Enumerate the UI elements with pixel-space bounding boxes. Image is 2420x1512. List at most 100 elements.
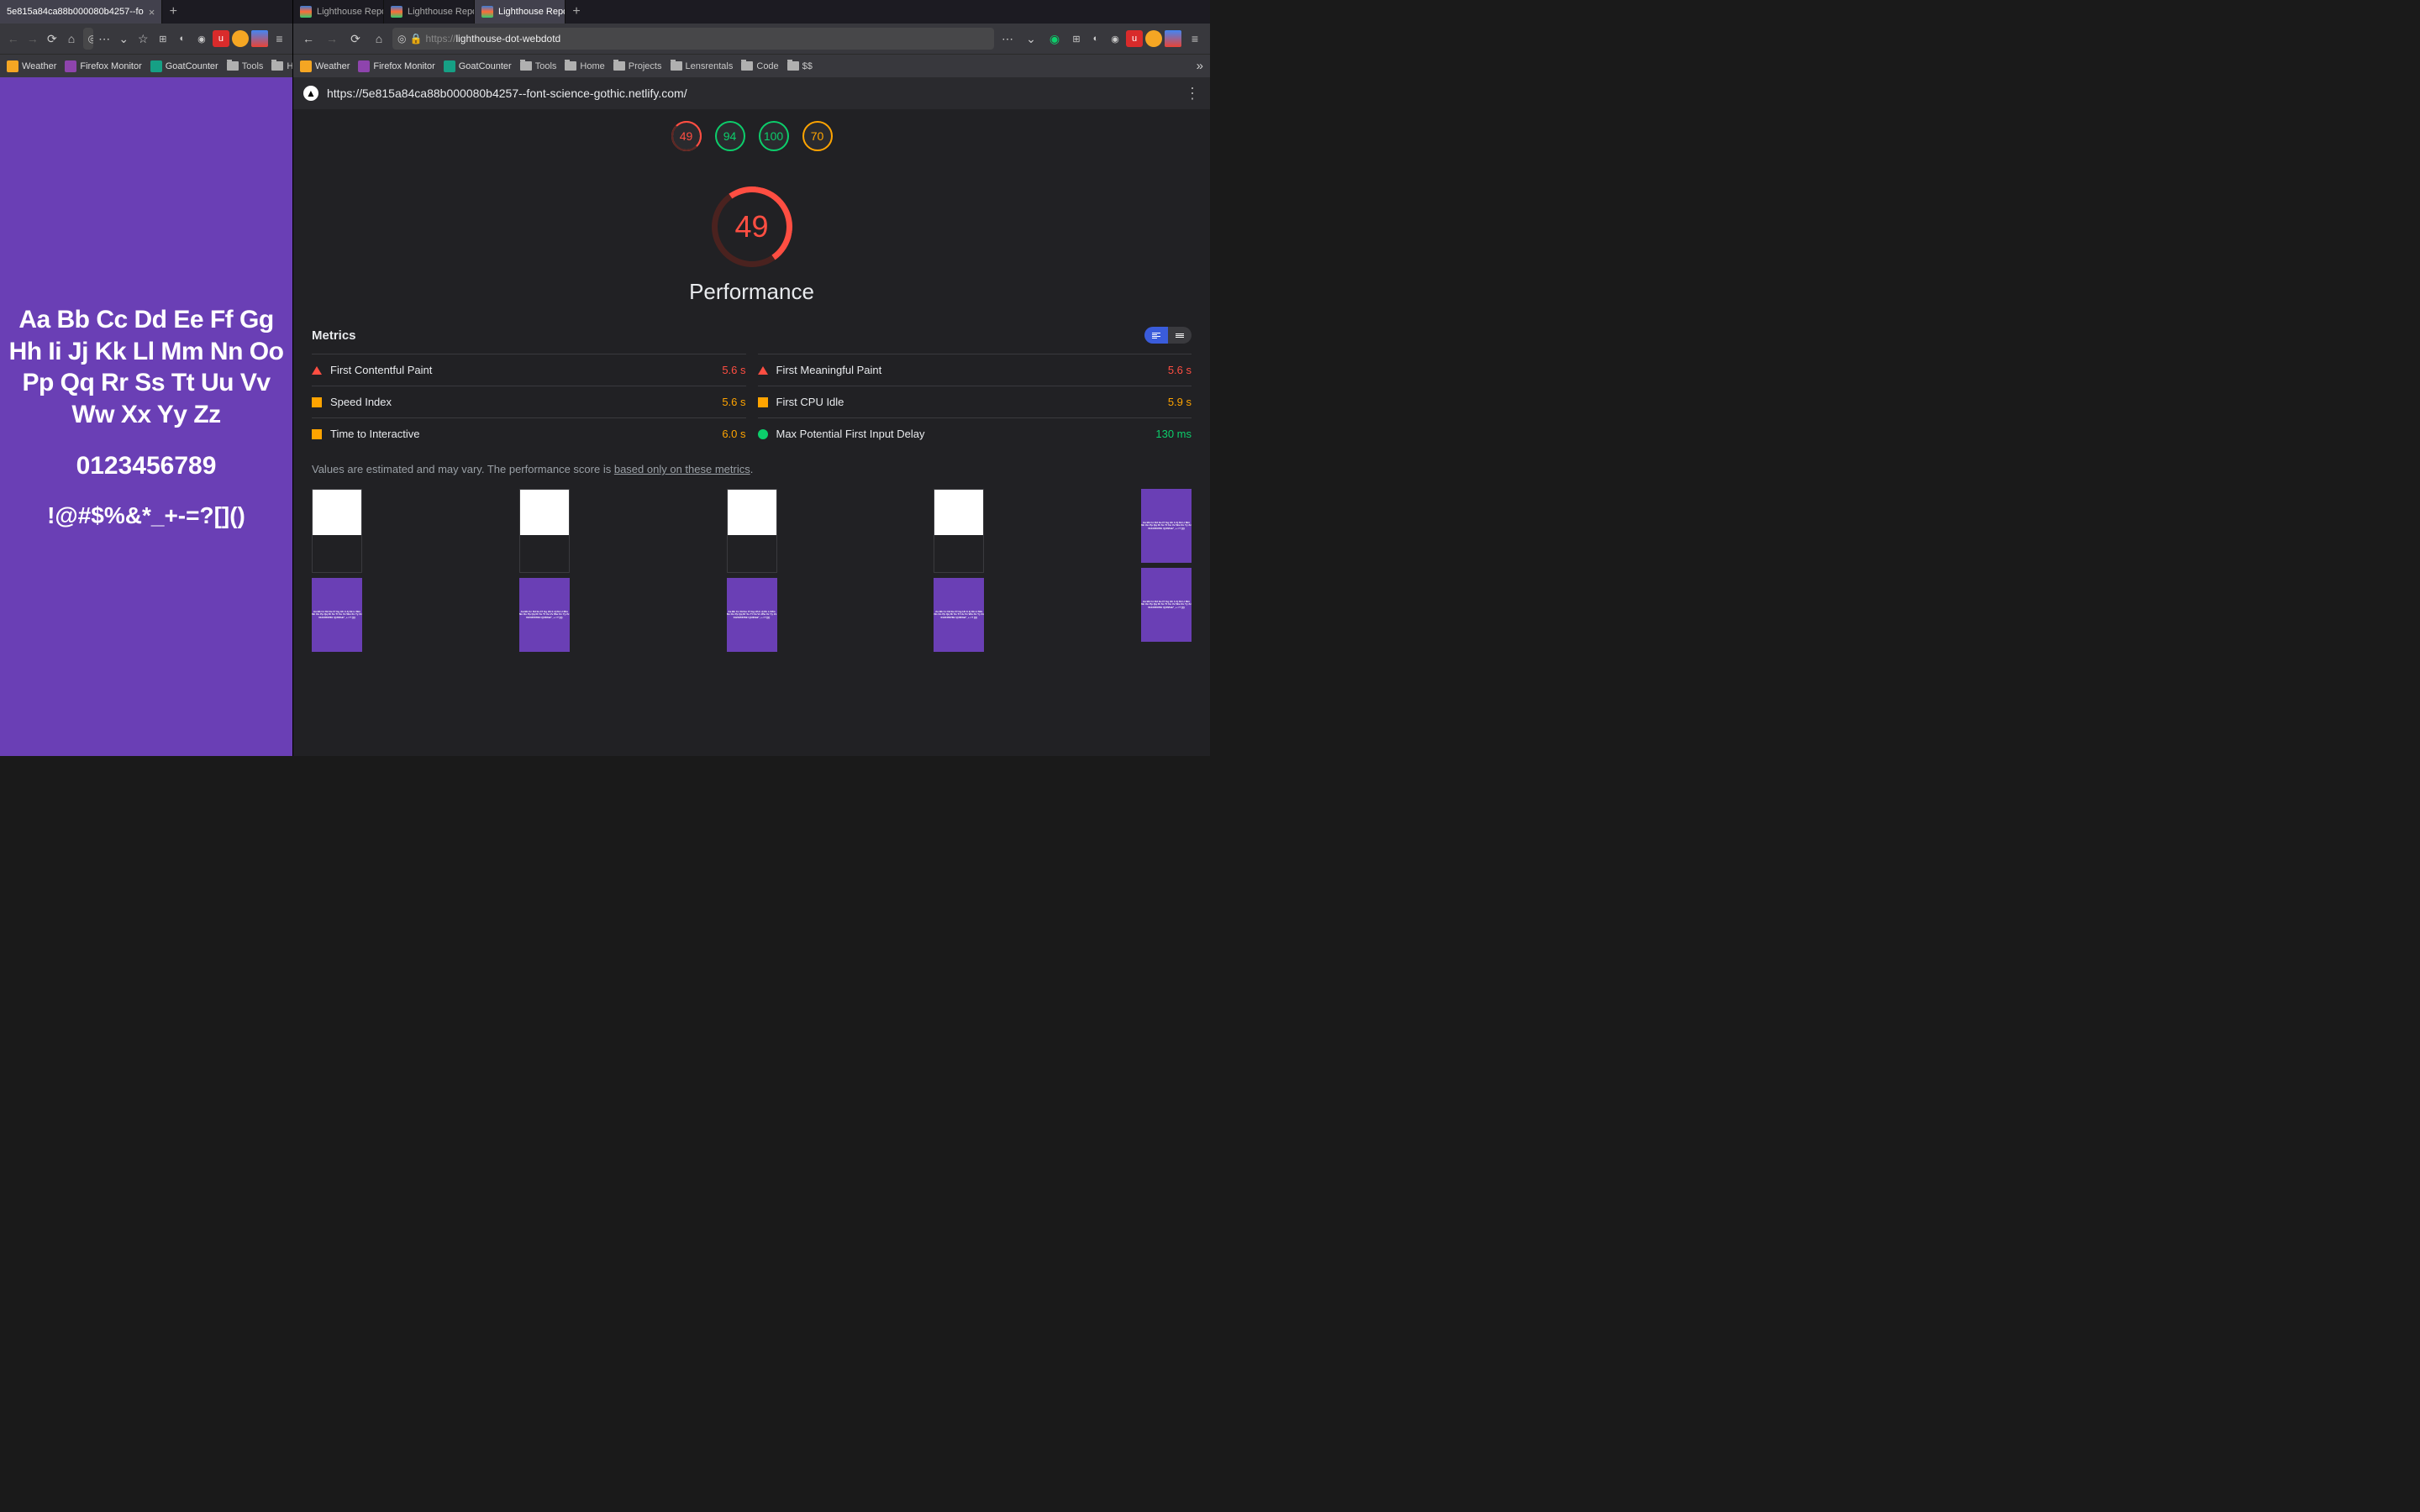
metric-label: Speed Index [330,396,713,408]
score-gauge[interactable]: 100 [759,121,789,151]
lighthouse-logo-icon: ▲ [303,86,318,101]
shield-icon: ◎ [88,33,93,45]
pocket-icon[interactable]: ⌄ [116,29,132,49]
toggle-compact-icon[interactable] [1168,327,1192,344]
filmstrip-frame[interactable]: Aa Bb Cc Dd Ee Ff Gg Hh Ii Jj Kk Ll Mm N… [1141,568,1192,642]
lh-tested-url: https://5e815a84ca88b000080b4257--font-s… [327,87,1176,100]
tab-title: 5e815a84ca88b000080b4257--fo [7,7,144,17]
browser-tab[interactable]: Lighthouse Report× [293,0,384,24]
ublock-icon[interactable]: u [213,30,229,47]
address-bar[interactable]: ◎ 🔒 https://5e815a84ca88b000080 [83,28,93,50]
filmstrip-frame[interactable] [727,489,777,573]
more-button[interactable]: ⋯ [97,29,113,49]
bookmark-folder[interactable]: Projects [613,61,662,71]
hamburger-menu-icon[interactable]: ≡ [271,29,287,49]
score-gauge[interactable]: 94 [715,121,745,151]
home-button[interactable]: ⌂ [369,29,389,49]
filmstrip-frame[interactable] [312,489,362,573]
pocket-icon[interactable]: ⌄ [1021,29,1041,49]
metric-label: First Meaningful Paint [776,364,1160,376]
tab-strip: 5e815a84ca88b000080b4257--fo × + [0,0,292,24]
bookmark-item[interactable]: GoatCounter [150,60,218,72]
hamburger-menu-icon[interactable]: ≡ [1185,29,1205,49]
metric-label: Time to Interactive [330,428,713,440]
lh-kebab-menu-icon[interactable]: ⋮ [1185,85,1200,102]
ext-icon[interactable]: ◉ [1107,30,1123,47]
bookmarks-bar: Weather Firefox Monitor GoatCounter Tools Ho… [293,54,1210,77]
filmstrip-frame[interactable]: Aa Bb Cc Dd Ee Ff Gg Hh Ii Jj Kk Ll Mm N… [519,578,570,652]
ext-icon[interactable]: ◐ [174,30,191,47]
filmstrip-frame[interactable]: Aa Bb Cc Dd Ee Ff Gg Hh Ii Jj Kk Ll Mm N… [1141,489,1192,563]
bookmark-folder[interactable]: Home [565,61,604,71]
metric-value: 6.0 s [722,428,745,440]
ublock-icon[interactable]: u [1126,30,1143,47]
metric-status-icon [758,429,768,439]
lh-header: ▲ https://5e815a84ca88b000080b4257--font… [293,77,1210,109]
browser-tab[interactable]: Lighthouse Report× [475,0,566,24]
metrics-view-toggle[interactable] [1144,327,1192,344]
ext-icon[interactable] [232,30,249,47]
ext-icon[interactable]: ◉ [193,30,210,47]
reload-button[interactable]: ⟳ [44,29,60,49]
bookmark-item[interactable]: Weather [300,60,350,72]
filmstrip-frame[interactable] [934,489,984,573]
bookmark-folder[interactable]: Lensrentals [671,61,734,71]
metrics-heading: Metrics [312,328,356,343]
symbols-specimen: !@#$%&*_+-=?[]() [47,502,245,529]
home-button[interactable]: ⌂ [63,29,79,49]
ext-icon[interactable]: ⊞ [155,30,171,47]
folder-icon [787,61,799,71]
bookmark-folder[interactable]: $$ [787,61,813,71]
metric-label: First CPU Idle [776,396,1160,408]
forward-button[interactable]: → [322,29,342,49]
address-bar[interactable]: ◎ 🔒 https://lighthouse-dot-webdotd [392,28,994,50]
bookmark-folder[interactable]: Tools [520,61,557,71]
metric-label: Max Potential First Input Delay [776,428,1148,440]
bookmark-item[interactable]: Firefox Monitor [358,60,434,72]
bookmark-folder[interactable]: Tools [227,61,264,71]
bookmark-folder[interactable]: Home [271,61,292,71]
bookmark-favicon [150,60,162,72]
back-button[interactable]: ← [5,29,21,49]
metric-value: 5.6 s [722,396,745,408]
bookmark-star-icon[interactable]: ☆ [135,29,151,49]
disclaimer-link[interactable]: based only on these metrics [614,463,750,475]
score-gauge[interactable]: 49 [671,121,702,151]
ext-icon[interactable] [1145,30,1162,47]
score-gauge[interactable]: 70 [802,121,833,151]
metric-row: Max Potential First Input Delay130 ms [758,417,1192,449]
lh-performance-gauge: 49 Performance [293,163,1210,317]
filmstrip-frame[interactable]: Aa Bb Cc Dd Ee Ff Gg Hh Ii Jj Kk Ll Mm N… [727,578,777,652]
filmstrip-frame[interactable] [519,489,570,573]
folder-icon [565,61,576,71]
browser-tab[interactable]: 5e815a84ca88b000080b4257--fo × [0,0,162,24]
filmstrip-frame[interactable]: Aa Bb Cc Dd Ee Ff Gg Hh Ii Jj Kk Ll Mm N… [934,578,984,652]
ext-icon[interactable]: ◐ [1087,30,1104,47]
new-tab-button[interactable]: + [566,4,587,19]
more-button[interactable]: ⋯ [997,29,1018,49]
metric-label: First Contentful Paint [330,364,713,376]
nav-toolbar: ← → ⟳ ⌂ ◎ 🔒 https://lighthouse-dot-webdo… [293,24,1210,54]
gcal-icon[interactable] [1165,30,1181,47]
close-tab-icon[interactable]: × [149,6,155,18]
filmstrip-frame[interactable]: Aa Bb Cc Dd Ee Ff Gg Hh Ii Jj Kk Ll Mm N… [312,578,362,652]
metric-status-icon [312,397,322,407]
gcal-icon[interactable] [251,30,268,47]
metric-row: First Meaningful Paint5.6 s [758,354,1192,386]
ext-icon[interactable]: ⊞ [1068,30,1085,47]
browser-tab[interactable]: Lighthouse Report× [384,0,475,24]
forward-button[interactable]: → [24,29,40,49]
bookmark-item[interactable]: Firefox Monitor [65,60,141,72]
reload-button[interactable]: ⟳ [345,29,366,49]
bookmarks-bar: Weather Firefox Monitor GoatCounter Tools Ho… [0,54,292,77]
bookmarks-overflow-icon[interactable]: » [1197,59,1203,73]
folder-icon [671,61,682,71]
bookmark-item[interactable]: Weather [7,60,56,72]
folder-icon [520,61,532,71]
toggle-detailed-icon[interactable] [1144,327,1168,344]
back-button[interactable]: ← [298,29,318,49]
bookmark-folder[interactable]: Code [741,61,778,71]
new-tab-button[interactable]: + [162,4,184,19]
bookmark-item[interactable]: GoatCounter [444,60,512,72]
ext-icon[interactable]: ◉ [1044,29,1065,49]
